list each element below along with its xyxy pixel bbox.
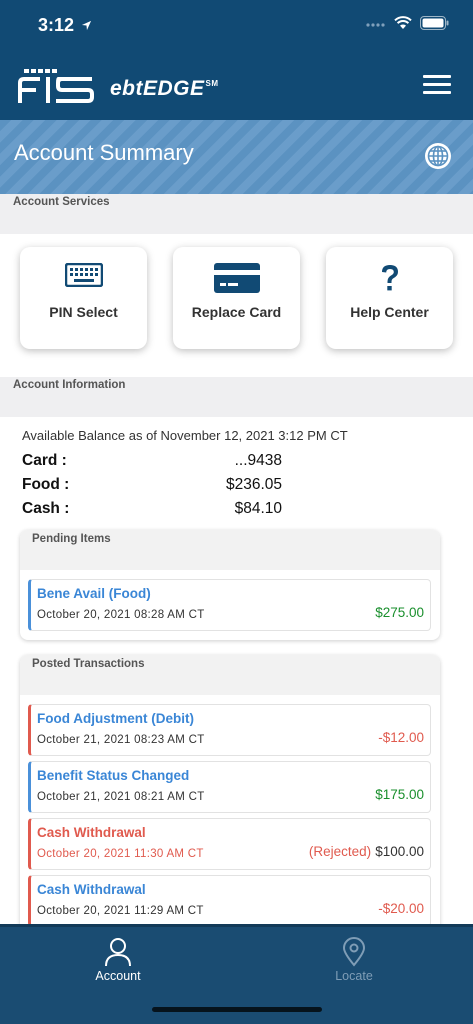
- help-center-label: Help Center: [350, 304, 429, 320]
- transaction-amount: $175.00: [375, 787, 424, 802]
- account-services-label: Account Services: [13, 196, 110, 208]
- page-title: Account Summary: [14, 140, 194, 165]
- transaction-title: Cash Withdrawal: [37, 825, 146, 840]
- balance-label: Card :: [22, 452, 67, 469]
- list-item[interactable]: Cash Withdrawal October 20, 2021 11:29 A…: [28, 875, 431, 927]
- person-icon: [105, 938, 131, 967]
- transaction-title: Bene Avail (Food): [37, 586, 151, 601]
- tab-locate[interactable]: Locate: [294, 937, 414, 983]
- brand-service-mark: SM: [205, 79, 219, 88]
- account-services-tiles: PIN Select Replace Card Help Center: [0, 235, 473, 377]
- fis-logo: ebtEDGESM: [16, 60, 219, 105]
- balance-as-of: Available Balance as of November 12, 202…: [22, 428, 348, 443]
- list-item[interactable]: Bene Avail (Food) October 20, 2021 08:28…: [28, 579, 431, 631]
- battery-icon: [420, 16, 449, 30]
- pending-items-label: Pending Items: [32, 533, 111, 545]
- status-bar: 3:12: [0, 0, 473, 50]
- app-header: ebtEDGESM: [0, 50, 473, 120]
- question-icon: [381, 265, 398, 291]
- balance-label: Food :: [22, 476, 70, 493]
- hamburger-menu-icon[interactable]: [423, 75, 451, 97]
- transaction-date: October 20, 2021 08:28 AM CT: [37, 609, 205, 621]
- status-indicators: [366, 16, 449, 30]
- status-time: 3:12: [38, 15, 92, 36]
- balance-summary: Available Balance as of November 12, 202…: [22, 428, 462, 517]
- transaction-date: October 21, 2021 08:21 AM CT: [37, 791, 205, 803]
- pending-items-header: Pending Items: [20, 530, 440, 570]
- pin-select-label: PIN Select: [49, 304, 118, 320]
- transaction-amount: $275.00: [375, 605, 424, 620]
- transaction-title: Cash Withdrawal: [37, 882, 146, 897]
- cellular-signal-icon: [366, 23, 385, 27]
- posted-transactions-header: Posted Transactions: [20, 655, 440, 695]
- tab-locate-label: Locate: [335, 969, 373, 983]
- brand-name: ebtEDGESM: [110, 77, 219, 101]
- list-item[interactable]: Food Adjustment (Debit) October 21, 2021…: [28, 704, 431, 756]
- globe-language-icon[interactable]: [423, 141, 453, 171]
- replace-card-label: Replace Card: [191, 304, 282, 320]
- keyboard-icon: [64, 263, 103, 287]
- transaction-date: October 21, 2021 08:23 AM CT: [37, 734, 205, 746]
- fis-logo-mark: [18, 69, 94, 103]
- balance-value: $84.10: [234, 500, 282, 517]
- wifi-icon: [394, 16, 412, 29]
- location-pin-icon: [342, 937, 366, 967]
- replace-card-button[interactable]: Replace Card: [173, 247, 300, 349]
- location-arrow-icon: [81, 20, 92, 31]
- transaction-amount: -$20.00: [378, 901, 424, 916]
- balance-label: Cash :: [22, 500, 70, 517]
- account-information-label: Account Information: [13, 379, 126, 391]
- balance-value: ...9438: [234, 452, 282, 469]
- list-item[interactable]: Cash Withdrawal October 20, 2021 11:30 A…: [28, 818, 431, 870]
- transaction-date: October 20, 2021 11:29 AM CT: [37, 905, 204, 917]
- rejected-status: (Rejected): [308, 844, 372, 859]
- home-indicator[interactable]: [152, 1007, 322, 1012]
- list-item[interactable]: Benefit Status Changed October 21, 2021 …: [28, 761, 431, 813]
- brand-text: ebtEDGE: [110, 77, 205, 100]
- help-center-button[interactable]: Help Center: [326, 247, 453, 349]
- transaction-amount: $100.00: [375, 844, 424, 859]
- transaction-date: October 20, 2021 11:30 AM CT: [37, 848, 204, 860]
- account-information-header: Account Information: [0, 377, 473, 417]
- credit-card-icon: [213, 263, 260, 293]
- page-title-bar: Account Summary: [0, 120, 473, 194]
- balance-value: $236.05: [225, 476, 282, 493]
- transaction-title: Food Adjustment (Debit): [37, 711, 194, 726]
- posted-transactions-label: Posted Transactions: [32, 658, 145, 670]
- transaction-amount: -$12.00: [378, 730, 424, 745]
- tab-account[interactable]: Account: [58, 937, 178, 983]
- pin-select-button[interactable]: PIN Select: [20, 247, 147, 349]
- transaction-amount-group: (Rejected) $100.00: [309, 844, 424, 859]
- tab-account-label: Account: [95, 969, 141, 983]
- account-services-header: Account Services: [0, 194, 473, 234]
- status-time-text: 3:12: [38, 15, 75, 35]
- transaction-title: Benefit Status Changed: [37, 768, 190, 783]
